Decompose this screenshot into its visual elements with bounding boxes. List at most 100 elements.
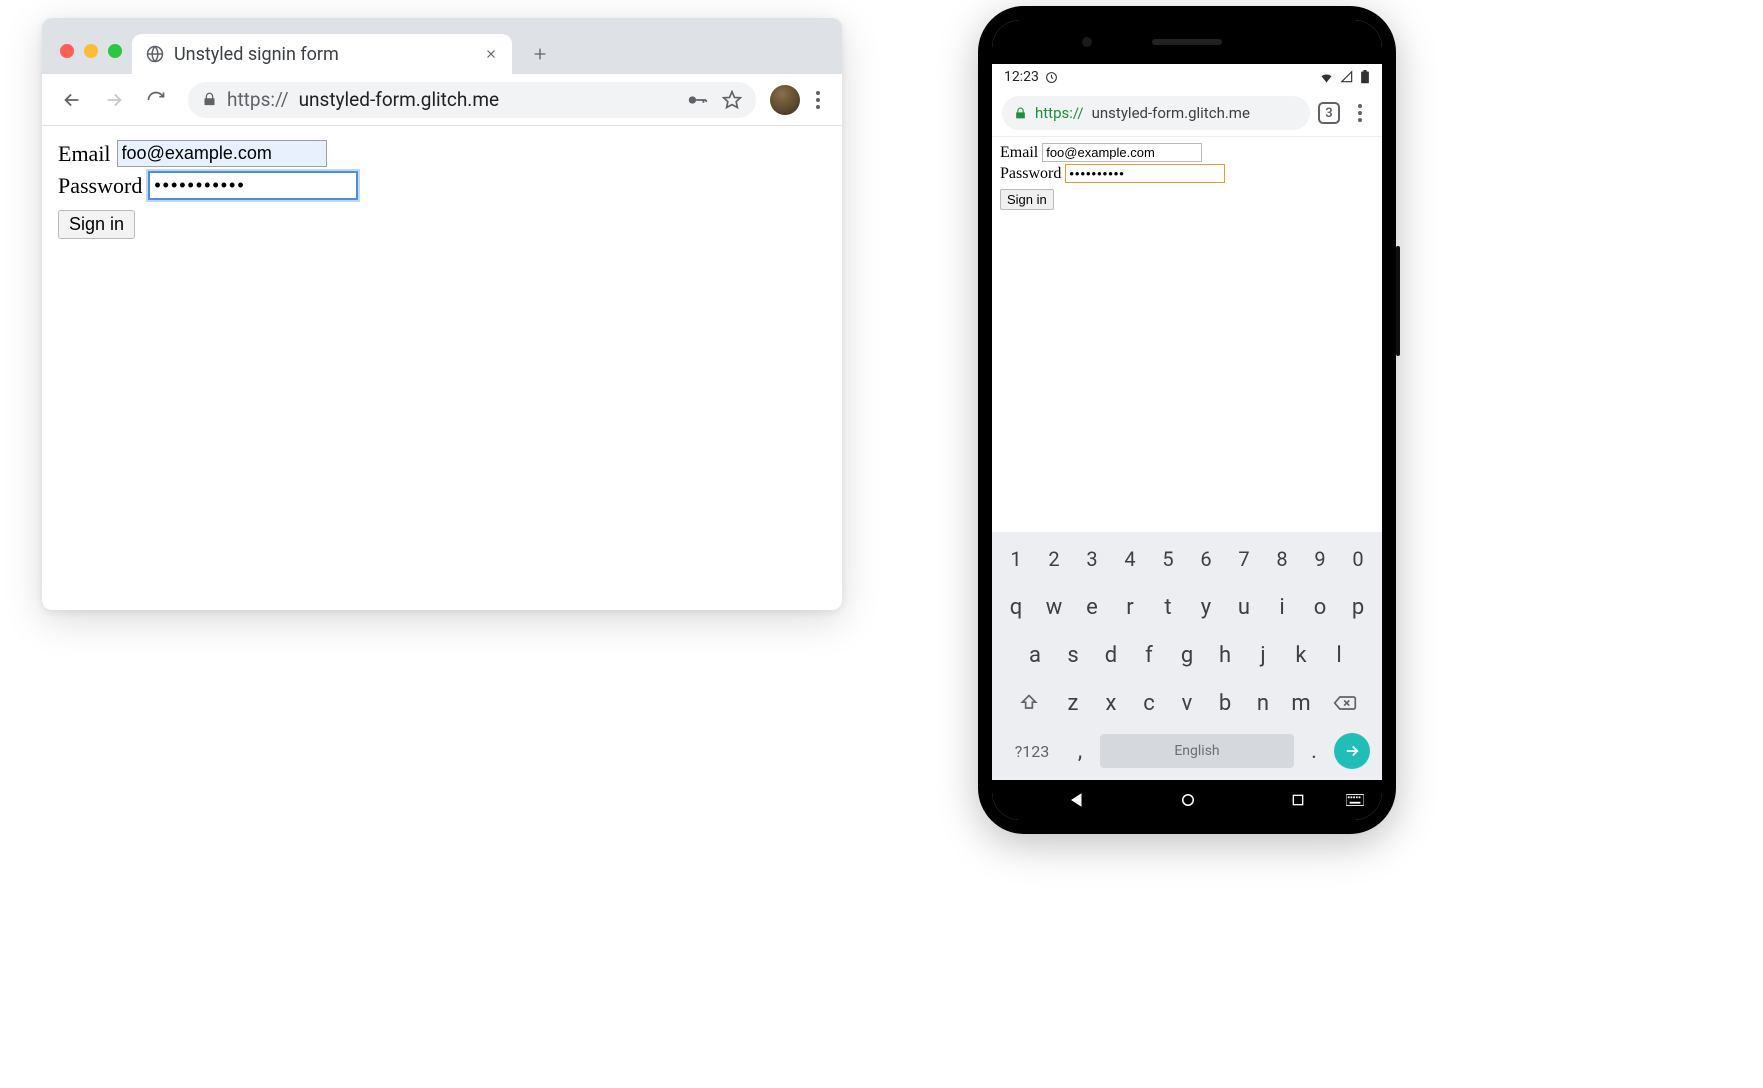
- sync-icon: [1045, 71, 1058, 84]
- address-bar[interactable]: https://unstyled-form.glitch.me: [188, 82, 756, 118]
- key-z[interactable]: z: [1057, 684, 1089, 722]
- key-9[interactable]: 9: [1304, 540, 1336, 578]
- maximize-window-button[interactable]: [108, 44, 122, 58]
- password-label: Password: [1000, 165, 1061, 183]
- android-back-button[interactable]: [1068, 791, 1086, 809]
- key-y[interactable]: y: [1190, 588, 1222, 626]
- key-7[interactable]: 7: [1228, 540, 1260, 578]
- key-b[interactable]: b: [1209, 684, 1241, 722]
- mobile-browser-toolbar: https://unstyled-form.glitch.me 3: [992, 90, 1382, 136]
- status-bar: 12:23: [992, 64, 1382, 90]
- android-nav-bar: [992, 780, 1382, 820]
- key-2[interactable]: 2: [1038, 540, 1070, 578]
- key-v[interactable]: v: [1171, 684, 1203, 722]
- new-tab-button[interactable]: [524, 38, 556, 70]
- key-e[interactable]: e: [1076, 588, 1108, 626]
- signal-icon: [1340, 70, 1354, 84]
- key-q[interactable]: q: [1000, 588, 1032, 626]
- star-icon[interactable]: [722, 90, 742, 110]
- key-c[interactable]: c: [1133, 684, 1165, 722]
- key-m[interactable]: m: [1285, 684, 1317, 722]
- symbols-key[interactable]: ?123: [1004, 732, 1060, 770]
- email-label: Email: [1000, 144, 1038, 162]
- email-input[interactable]: [1042, 143, 1202, 162]
- period-key[interactable]: .: [1302, 732, 1326, 770]
- mobile-page-content: Email Password Sign in: [992, 136, 1382, 532]
- key-icon[interactable]: [686, 89, 708, 111]
- key-5[interactable]: 5: [1152, 540, 1184, 578]
- key-x[interactable]: x: [1095, 684, 1127, 722]
- key-o[interactable]: o: [1304, 588, 1336, 626]
- key-p[interactable]: p: [1342, 588, 1374, 626]
- status-time: 12:23: [1004, 69, 1039, 85]
- key-u[interactable]: u: [1228, 588, 1260, 626]
- key-s[interactable]: s: [1057, 636, 1089, 674]
- key-l[interactable]: l: [1323, 636, 1355, 674]
- battery-icon: [1360, 70, 1370, 84]
- mobile-menu-button[interactable]: [1348, 101, 1372, 125]
- lock-icon: [1014, 107, 1027, 120]
- android-recent-button[interactable]: [1290, 792, 1306, 808]
- browser-menu-button[interactable]: [806, 88, 830, 112]
- window-controls: [56, 44, 132, 74]
- backspace-key[interactable]: [1323, 684, 1367, 722]
- power-button: [1396, 246, 1400, 356]
- close-tab-button[interactable]: [484, 47, 498, 61]
- password-label: Password: [58, 173, 142, 199]
- tab-count-value: 3: [1325, 106, 1332, 121]
- key-h[interactable]: h: [1209, 636, 1241, 674]
- key-0[interactable]: 0: [1342, 540, 1374, 578]
- key-k[interactable]: k: [1285, 636, 1317, 674]
- url-host: unstyled-form.glitch.me: [299, 88, 499, 111]
- phone-device: 12:23 https://unstyled-form.glitch.me: [978, 6, 1396, 834]
- earpiece: [1152, 39, 1222, 45]
- phone-screen: 12:23 https://unstyled-form.glitch.me: [992, 20, 1382, 820]
- key-t[interactable]: t: [1152, 588, 1184, 626]
- mobile-address-bar[interactable]: https://unstyled-form.glitch.me: [1002, 96, 1310, 130]
- email-input[interactable]: [117, 140, 327, 167]
- keyboard-row-2: asdfghjkl: [996, 636, 1378, 674]
- key-6[interactable]: 6: [1190, 540, 1222, 578]
- close-window-button[interactable]: [60, 44, 74, 58]
- key-j[interactable]: j: [1247, 636, 1279, 674]
- password-input[interactable]: [148, 171, 358, 200]
- minimize-window-button[interactable]: [84, 44, 98, 58]
- email-label: Email: [58, 141, 111, 167]
- tab-strip: Unstyled signin form: [42, 18, 842, 74]
- spacebar-key[interactable]: English: [1100, 734, 1294, 768]
- keyboard-row-3: zxcvbnm: [996, 684, 1378, 722]
- comma-key[interactable]: ,: [1068, 732, 1092, 770]
- forward-button[interactable]: [96, 82, 132, 118]
- key-1[interactable]: 1: [1000, 540, 1032, 578]
- key-8[interactable]: 8: [1266, 540, 1298, 578]
- key-4[interactable]: 4: [1114, 540, 1146, 578]
- reload-button[interactable]: [138, 82, 174, 118]
- keyboard-switch-button[interactable]: [1346, 794, 1364, 806]
- key-r[interactable]: r: [1114, 588, 1146, 626]
- back-button[interactable]: [54, 82, 90, 118]
- globe-icon: [146, 45, 164, 63]
- signin-button[interactable]: Sign in: [1000, 189, 1054, 210]
- tab-switcher-button[interactable]: 3: [1318, 102, 1340, 124]
- profile-avatar[interactable]: [770, 85, 800, 115]
- shift-key[interactable]: [1007, 684, 1051, 722]
- key-n[interactable]: n: [1247, 684, 1279, 722]
- on-screen-keyboard: 1234567890 qwertyuiop asdfghjkl zxcvbnm …: [992, 532, 1382, 780]
- signin-button[interactable]: Sign in: [58, 210, 135, 239]
- android-home-button[interactable]: [1179, 791, 1197, 809]
- key-w[interactable]: w: [1038, 588, 1070, 626]
- password-input[interactable]: [1065, 164, 1225, 183]
- lock-icon: [202, 92, 217, 107]
- key-g[interactable]: g: [1171, 636, 1203, 674]
- key-3[interactable]: 3: [1076, 540, 1108, 578]
- key-i[interactable]: i: [1266, 588, 1298, 626]
- desktop-browser-window: Unstyled signin form https://unstyled-fo…: [42, 18, 842, 610]
- enter-key[interactable]: [1334, 733, 1370, 769]
- browser-tab[interactable]: Unstyled signin form: [132, 34, 512, 74]
- key-f[interactable]: f: [1133, 636, 1165, 674]
- key-d[interactable]: d: [1095, 636, 1127, 674]
- browser-toolbar: https://unstyled-form.glitch.me: [42, 74, 842, 126]
- phone-notch: [992, 20, 1382, 64]
- key-a[interactable]: a: [1019, 636, 1051, 674]
- front-camera: [1082, 37, 1092, 47]
